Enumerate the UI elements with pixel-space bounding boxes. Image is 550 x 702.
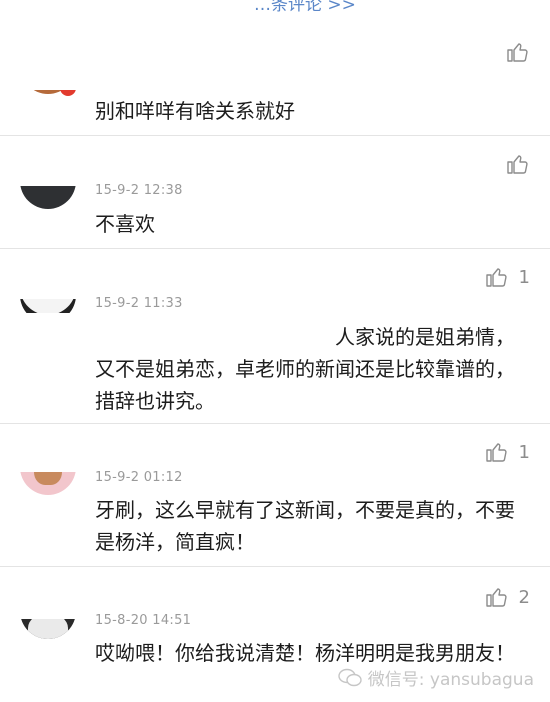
comment-time: 15-8-20 14:51 (95, 613, 192, 628)
comment-time: 15-9-2 01:12 (95, 470, 183, 485)
username-redacted (0, 567, 262, 619)
text-redacted (8, 313, 334, 345)
like-button[interactable] (506, 40, 530, 64)
comment-item: 15-9-2 01:12 1 牙刷，这么早就有了这新闻，不要是真的，不要是杨洋，… (0, 424, 550, 567)
comment-time: 15-9-2 12:38 (95, 183, 183, 198)
username-redacted (0, 10, 262, 90)
thumbs-up-icon (485, 268, 507, 287)
comment-item: 15-9-2 12:38 不喜欢 (0, 136, 550, 249)
wechat-icon (338, 668, 362, 686)
comment-text: 牙刷，这么早就有了这新闻，不要是真的，不要是杨洋，简直疯！ (95, 498, 515, 554)
comment-text: 别和咩咩有啥关系就好 (95, 99, 295, 123)
thumbs-up-icon (485, 588, 507, 607)
watermark: 微信号: yansubagua (338, 665, 534, 690)
like-button[interactable]: 1 (485, 440, 530, 464)
thumbs-up-icon (485, 443, 507, 462)
comment-text: 不喜欢 (95, 212, 155, 236)
username-redacted (0, 146, 205, 186)
username-redacted (0, 430, 244, 472)
like-button[interactable]: 1 (485, 265, 530, 289)
comment-time: 15-9-2 11:33 (95, 296, 183, 311)
watermark-text: 微信号: yansubagua (367, 670, 534, 690)
like-count: 1 (518, 441, 530, 463)
thumbs-up-icon (507, 155, 528, 174)
like-count: 2 (518, 586, 530, 608)
comment-item: ✕ 别和咩咩有啥关系就好 (0, 0, 550, 136)
thumbs-up-icon (507, 43, 528, 62)
username-redacted (0, 257, 208, 299)
like-count: 1 (518, 266, 530, 288)
like-button[interactable] (506, 152, 530, 176)
like-button[interactable]: 2 (485, 585, 530, 609)
comment-item: 15-9-2 11:33 1 人家说的是姐弟情，又不是姐弟恋，卓老师的新闻还是比… (0, 249, 550, 424)
